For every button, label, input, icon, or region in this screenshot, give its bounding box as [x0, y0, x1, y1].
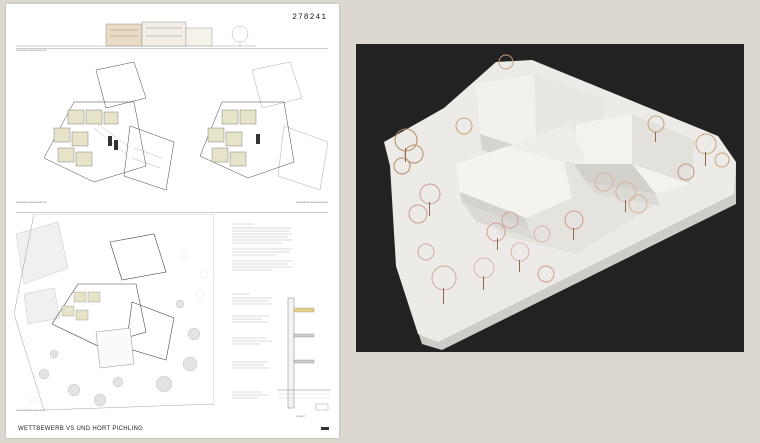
model-photo-drawing [384, 54, 736, 350]
plan-label-upper-left: GRUNDRISS ERDGESCHOSS [16, 50, 47, 52]
competition-sheet: 278241 GRUNDRISS ERDGESCHOSS GRUNDRISS E… [6, 4, 339, 438]
divider [16, 48, 328, 49]
plan-caption-left: GRUNDRISS ERDGESCHOSS [16, 202, 47, 204]
site-plan [14, 214, 214, 411]
divider [16, 212, 328, 213]
floor-plan-upper [199, 62, 329, 191]
sheet-title: WETTBEWERB VS UND HORT PICHLING [18, 426, 144, 432]
site-plan-label: LAGEPLAN ERDGESCHOSS [16, 410, 46, 412]
floor-plan-ground [43, 62, 175, 191]
scale-bar [321, 427, 329, 430]
section-label: SCHNITT [296, 416, 306, 418]
plan-caption-right: GRUNDRISS OBERGESCHOSS [296, 202, 329, 204]
elevation-drawing [16, 21, 256, 47]
model-photo [356, 44, 744, 352]
section-detail [278, 297, 330, 411]
sheet-number: 278241 [292, 13, 327, 22]
